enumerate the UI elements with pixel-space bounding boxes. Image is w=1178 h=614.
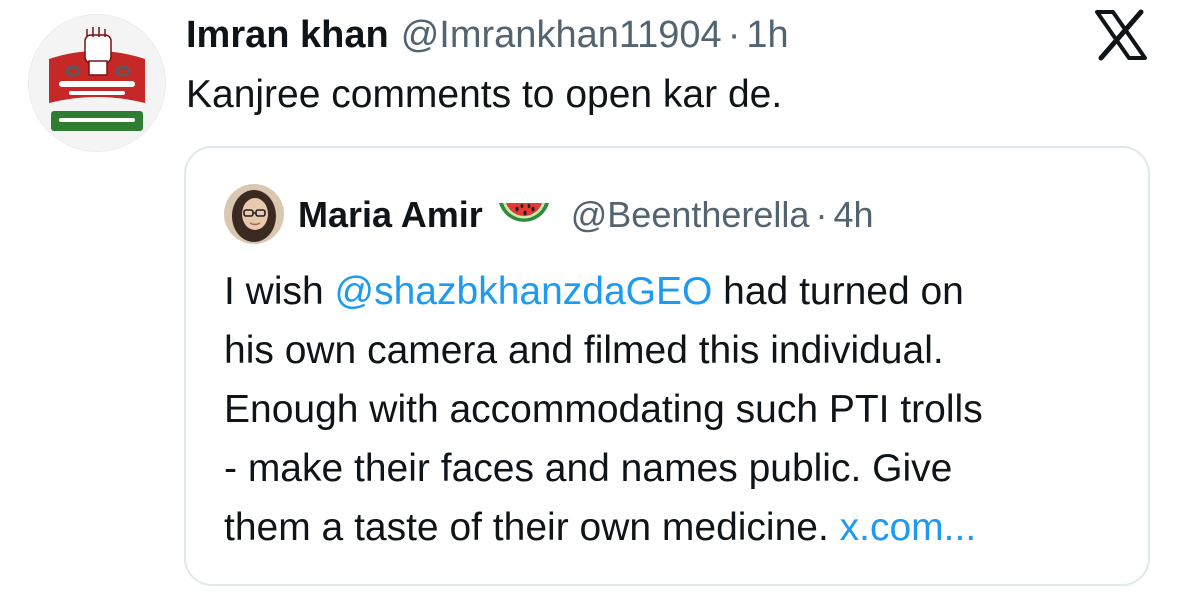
- author-avatar[interactable]: [28, 14, 166, 152]
- quoted-text-segment: had turned on: [712, 270, 964, 313]
- quoted-text-line: I wish @shazbkhanzdaGEO had turned on: [224, 262, 1134, 321]
- quoted-tweet-header: Maria Amir @Beentherella · 4h: [298, 188, 873, 242]
- quoted-author-avatar[interactable]: [224, 184, 284, 244]
- tweet-text: Kanjree comments to open kar de.: [186, 73, 783, 116]
- quoted-author-name[interactable]: Maria Amir: [298, 188, 483, 242]
- quoted-text-line: - make their faces and names public. Giv…: [224, 447, 953, 490]
- quoted-author-handle[interactable]: @Beentherella: [571, 188, 810, 242]
- separator-dot: ·: [727, 14, 741, 56]
- quoted-tweet-text: I wish @shazbkhanzdaGEO had turned on hi…: [224, 262, 1134, 557]
- quoted-tweet-card[interactable]: Maria Amir @Beentherella · 4h I wish @sh…: [184, 146, 1150, 586]
- author-name[interactable]: Imran khan: [186, 8, 389, 62]
- show-more-link[interactable]: x.com...: [840, 506, 977, 549]
- quoted-avatar-image: [224, 184, 284, 244]
- quoted-text-line: Enough with accommodating such PTI troll…: [224, 388, 983, 431]
- author-handle[interactable]: @Imrankhan11904: [401, 8, 722, 62]
- author-avatar-image: [29, 15, 165, 151]
- quoted-text-segment: them a taste of their own medicine.: [224, 506, 840, 549]
- quoted-text-line: his own camera and filmed this individua…: [224, 329, 944, 372]
- quoted-text-line: them a taste of their own medicine. x.co…: [224, 498, 1134, 557]
- watermelon-icon: [495, 195, 553, 235]
- quoted-separator-dot: ·: [815, 194, 828, 235]
- tweet-header: Imran khan @Imrankhan11904 · 1h: [186, 8, 789, 62]
- quoted-timestamp[interactable]: 4h: [833, 188, 873, 242]
- tweet-timestamp[interactable]: 1h: [746, 8, 788, 62]
- quoted-text-segment: I wish: [224, 270, 335, 313]
- mention-link[interactable]: @shazbkhanzdaGEO: [335, 270, 713, 313]
- x-logo-icon[interactable]: [1093, 8, 1149, 62]
